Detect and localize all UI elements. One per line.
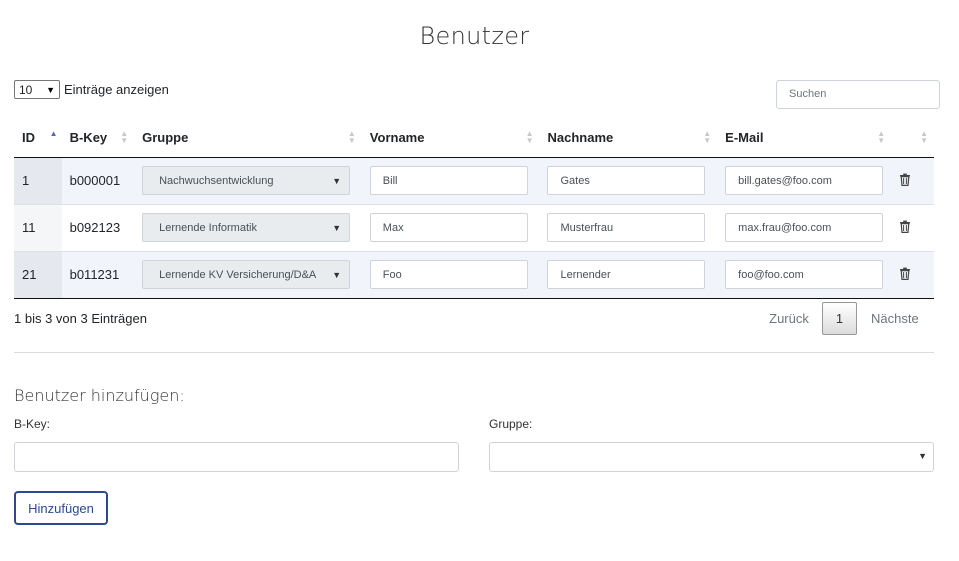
pagination: Zurück 1 Nächste: [756, 302, 933, 335]
vorname-input[interactable]: Foo: [369, 260, 528, 289]
sort-icon: ▲ ▼: [525, 129, 534, 145]
cell-nachname: Lernender: [539, 250, 718, 299]
table-row: 1 b000001 Nachwuchsentwicklung ▼ Bill Ga…: [14, 156, 934, 204]
add-user-heading: Benutzer hinzufügen:: [14, 386, 185, 405]
cell-vorname: Max: [361, 203, 540, 251]
column-header-label: Gruppe: [142, 129, 189, 145]
cell-nachname: Musterfrau: [539, 203, 718, 251]
cell-bkey: b011231: [61, 250, 135, 299]
cell-nachname: Gates: [539, 156, 718, 204]
gruppe-select-value: Lernende Informatik: [159, 221, 257, 234]
column-header-vorname[interactable]: Vorname ▲ ▼: [361, 118, 540, 158]
column-header-id[interactable]: ID ▲: [14, 118, 62, 158]
page-title: Benutzer: [419, 22, 530, 50]
table-row: 11 b092123 Lernende Informatik ▼ Max Mus…: [14, 203, 934, 251]
cell-bkey: b092123: [61, 203, 135, 251]
entries-length-label: Einträge anzeigen: [64, 82, 169, 97]
column-header-label: ID: [22, 129, 35, 145]
cell-id: 21: [14, 250, 62, 299]
gruppe-select[interactable]: Lernende KV Versicherung/D&A ▼: [142, 260, 351, 289]
chevron-down-icon: ▼: [918, 451, 927, 461]
cell-email: max.frau@foo.com: [717, 203, 892, 251]
column-header-label: Vorname: [369, 129, 425, 145]
cell-email: bill.gates@foo.com: [717, 156, 892, 204]
entries-length-control: 10 ▼ Einträge anzeigen: [14, 80, 169, 99]
gruppe-select-field[interactable]: ▼: [489, 442, 934, 472]
sort-icon: ▲ ▼: [347, 129, 356, 145]
trash-icon[interactable]: [899, 267, 911, 280]
trash-icon[interactable]: [899, 173, 911, 186]
sort-icon: ▲ ▼: [120, 129, 129, 145]
gruppe-select[interactable]: Lernende Informatik ▼: [142, 213, 351, 242]
pagination-page-button[interactable]: 1: [822, 302, 857, 335]
cell-email: foo@foo.com: [717, 250, 892, 299]
pagination-prev-button[interactable]: Zurück: [756, 311, 822, 326]
search-input[interactable]: Suchen: [776, 80, 940, 109]
users-table: ID ▲ B-Key ▲ ▼ Gruppe ▲ ▼ Vorname ▲ ▼ Nachn…: [14, 118, 934, 299]
sort-icon: ▲ ▼: [877, 129, 886, 145]
column-header-gruppe[interactable]: Gruppe ▲ ▼: [134, 118, 362, 158]
gruppe-select-value: Lernende KV Versicherung/D&A: [159, 268, 317, 281]
email-input[interactable]: max.frau@foo.com: [725, 213, 884, 242]
email-input[interactable]: foo@foo.com: [725, 260, 884, 289]
column-header-label: B-Key: [69, 129, 108, 145]
trash-icon[interactable]: [899, 220, 911, 233]
column-header-actions[interactable]: ▲ ▼: [891, 118, 934, 158]
column-header-bkey[interactable]: B-Key ▲ ▼: [61, 118, 135, 158]
table-row: 21 b011231 Lernende KV Versicherung/D&A …: [14, 250, 934, 299]
table-info: 1 bis 3 von 3 Einträgen: [14, 311, 147, 326]
column-header-nachname[interactable]: Nachname ▲ ▼: [539, 118, 718, 158]
cell-bkey: b000001: [61, 156, 135, 204]
bkey-field[interactable]: [14, 442, 459, 472]
chevron-down-icon: ▼: [332, 175, 342, 186]
pagination-next-button[interactable]: Nächste: [857, 311, 933, 326]
gruppe-label: Gruppe:: [489, 417, 533, 431]
chevron-down-icon: ▼: [332, 222, 342, 233]
entries-length-value: 10: [19, 82, 33, 97]
cell-vorname: Foo: [361, 250, 540, 299]
divider: [14, 352, 934, 353]
column-header-label: E-Mail: [725, 129, 764, 145]
nachname-input[interactable]: Lernender: [547, 260, 706, 289]
gruppe-select[interactable]: Nachwuchsentwicklung ▼: [142, 166, 351, 195]
cell-actions: [891, 156, 934, 204]
vorname-input[interactable]: Max: [369, 213, 528, 242]
chevron-down-icon: ▼: [332, 269, 342, 280]
sort-icon: ▲: [49, 129, 58, 138]
bkey-label: B-Key:: [14, 417, 51, 431]
cell-actions: [891, 250, 934, 299]
cell-id: 11: [14, 203, 62, 251]
cell-actions: [891, 203, 934, 251]
vorname-input[interactable]: Bill: [369, 166, 528, 195]
entries-length-select[interactable]: 10 ▼: [14, 80, 60, 99]
cell-gruppe: Nachwuchsentwicklung ▼: [134, 156, 362, 204]
gruppe-select-value: Nachwuchsentwicklung: [159, 174, 274, 187]
cell-vorname: Bill: [361, 156, 540, 204]
add-user-button[interactable]: Hinzufügen: [14, 491, 108, 525]
cell-id: 1: [14, 156, 62, 204]
nachname-input[interactable]: Musterfrau: [547, 213, 706, 242]
cell-gruppe: Lernende Informatik ▼: [134, 203, 362, 251]
chevron-down-icon: ▼: [46, 84, 55, 95]
nachname-input[interactable]: Gates: [547, 166, 706, 195]
sort-icon: ▲ ▼: [920, 129, 928, 145]
email-input[interactable]: bill.gates@foo.com: [725, 166, 884, 195]
cell-gruppe: Lernende KV Versicherung/D&A ▼: [134, 250, 362, 299]
sort-icon: ▲ ▼: [703, 129, 712, 145]
column-header-email[interactable]: E-Mail ▲ ▼: [717, 118, 892, 158]
column-header-label: Nachname: [547, 129, 614, 145]
